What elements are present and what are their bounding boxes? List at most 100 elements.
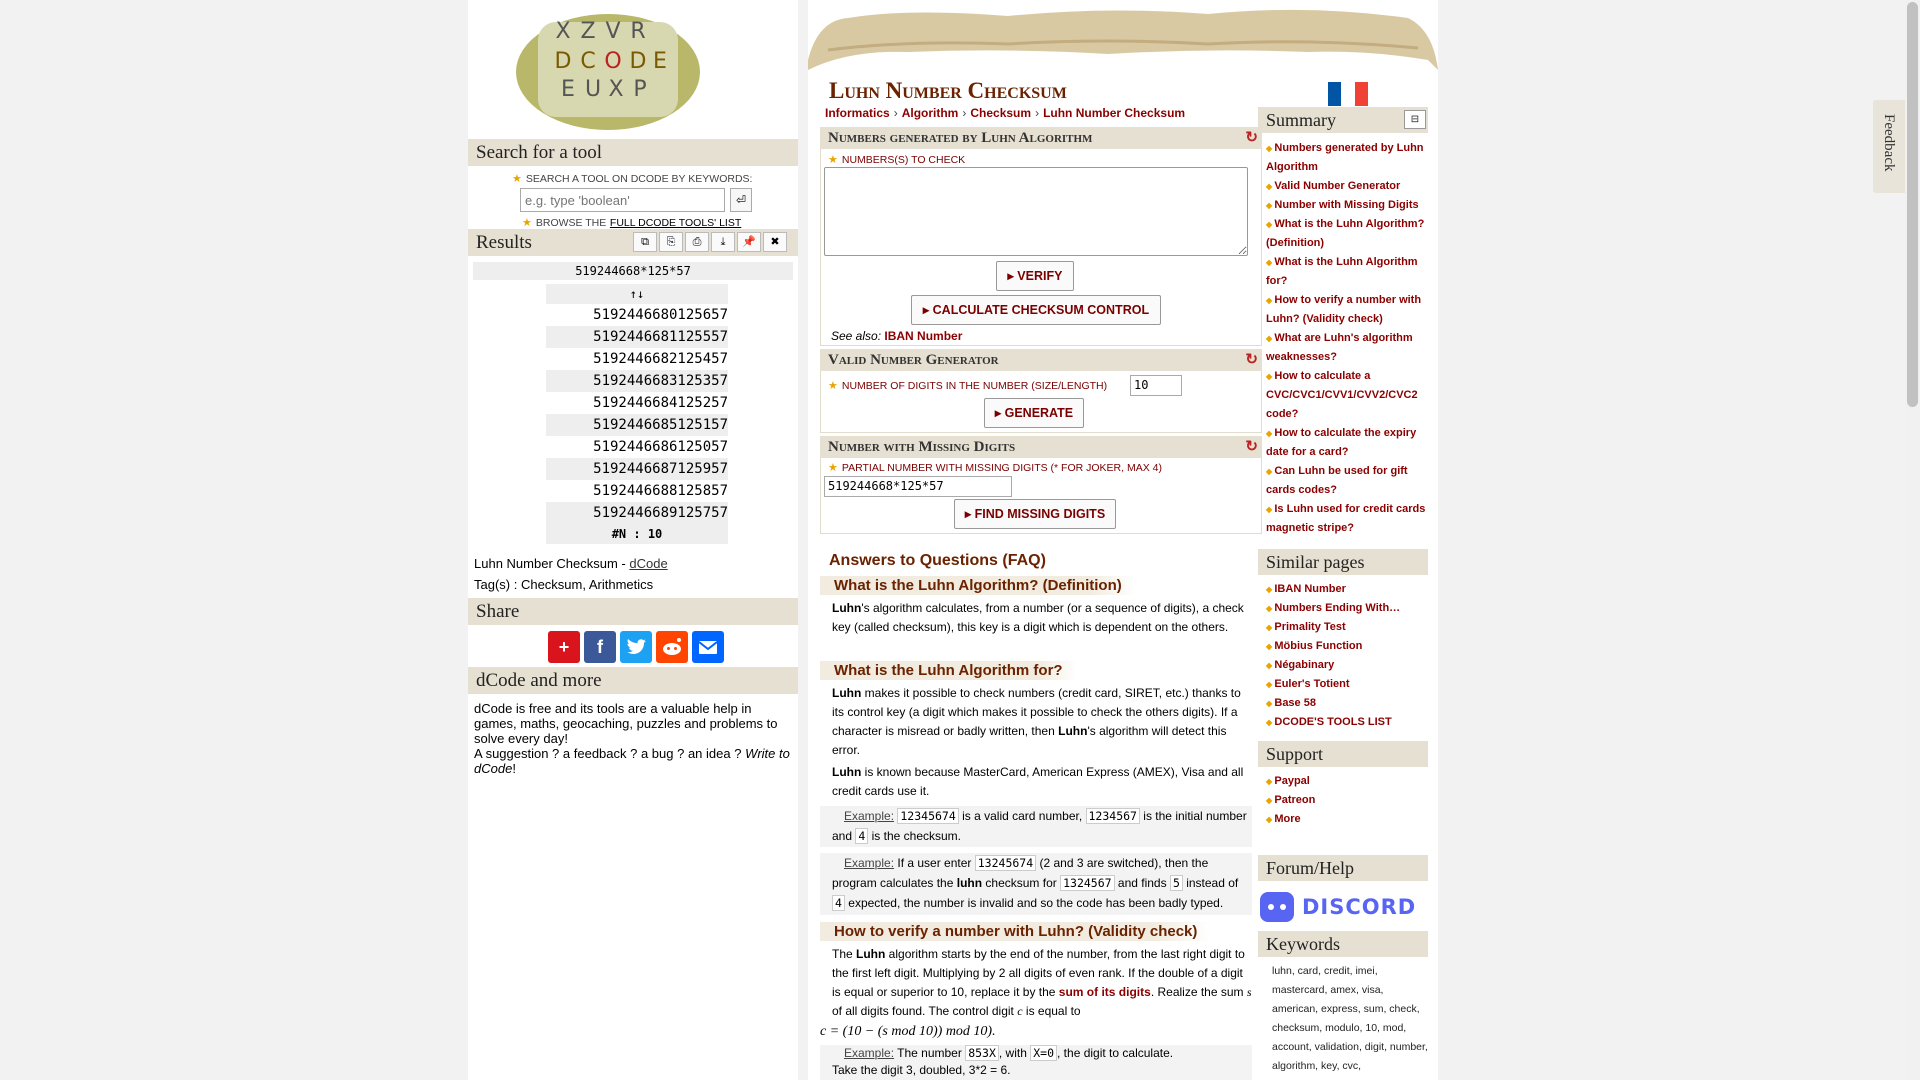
summary-item[interactable]: What is the Luhn Algorithm for? bbox=[1266, 253, 1430, 291]
summary-item[interactable]: How to calculate the expiry date for a c… bbox=[1266, 424, 1430, 462]
svg-text:C: C bbox=[580, 49, 595, 74]
calculate-checksum-button[interactable]: ▸ CALCULATE CHECKSUM CONTROL bbox=[911, 295, 1161, 325]
full-tools-list-link[interactable]: full dCode tools' list bbox=[610, 217, 741, 229]
result-row: 5192446680125657 bbox=[593, 307, 728, 323]
faq-title: Answers to Questions (FAQ) bbox=[829, 552, 1046, 569]
dcode-description: dCode is free and its tools are a valuab… bbox=[474, 701, 790, 776]
breadcrumb-current[interactable]: Luhn Number Checksum bbox=[1043, 106, 1185, 120]
summary-item[interactable]: Is Luhn used for credit cards magnetic s… bbox=[1266, 500, 1430, 538]
tool-luhn-numbers-heading: Numbers generated by Luhn Algorithm ↻ bbox=[820, 127, 1262, 149]
dcode-more-heading: dCode and more bbox=[468, 667, 798, 694]
copy-icon[interactable]: ⧉ bbox=[633, 232, 657, 252]
see-also: See also: IBAN Number bbox=[831, 329, 963, 343]
support-patreon[interactable]: Patreon bbox=[1266, 791, 1430, 810]
result-row: 5192446684125257 bbox=[593, 395, 728, 411]
digits-count-input[interactable]: 10 bbox=[1130, 375, 1182, 396]
print-icon[interactable]: ⎙ bbox=[685, 232, 709, 252]
faq-answer-verify: The Luhn algorithm starts by the end of … bbox=[832, 947, 1252, 1018]
summary-item[interactable]: How to verify a number with Luhn? (Valid… bbox=[1266, 291, 1430, 329]
find-missing-digits-button[interactable]: ▸ FIND MISSING DIGITS bbox=[954, 499, 1116, 529]
faq-question-verify: How to verify a number with Luhn? (Valid… bbox=[820, 922, 1212, 941]
facebook-icon[interactable]: f bbox=[584, 631, 616, 663]
pin-icon[interactable]: 📌 bbox=[737, 232, 761, 252]
result-tags: Tag(s) : Checksum, Arithmetics bbox=[474, 577, 654, 592]
summary-item[interactable]: Number with Missing Digits bbox=[1266, 196, 1430, 215]
summary-list: Numbers generated by Luhn Algorithm Vali… bbox=[1266, 139, 1430, 538]
search-label: ★ Search a tool on dCode by keywords: bbox=[512, 173, 753, 185]
similar-item[interactable]: Numbers Ending With… bbox=[1266, 599, 1430, 618]
similar-item[interactable]: Primality Test bbox=[1266, 618, 1430, 637]
star-icon: ★ bbox=[828, 462, 838, 474]
reset-icon[interactable]: ↻ bbox=[1245, 127, 1258, 149]
sort-toggle[interactable]: ↑↓ bbox=[546, 284, 728, 304]
close-icon[interactable]: ✖ bbox=[763, 232, 787, 252]
summary-item[interactable]: Numbers generated by Luhn Algorithm bbox=[1266, 139, 1430, 177]
email-icon[interactable] bbox=[692, 631, 724, 663]
addthis-icon[interactable]: + bbox=[548, 631, 580, 663]
similar-item[interactable]: Base 58 bbox=[1266, 694, 1430, 713]
reddit-icon[interactable] bbox=[656, 631, 688, 663]
breadcrumb-checksum[interactable]: Checksum bbox=[970, 106, 1031, 120]
svg-text:D: D bbox=[630, 49, 647, 74]
svg-text:O: O bbox=[604, 49, 621, 74]
feedback-tab[interactable]: Feedback bbox=[1873, 100, 1905, 193]
french-flag-icon[interactable] bbox=[1328, 82, 1368, 106]
save-icon[interactable]: ⎘ bbox=[659, 232, 683, 252]
result-count: #N : 10 bbox=[546, 524, 728, 544]
support-heading: Support bbox=[1258, 741, 1428, 767]
svg-text:X: X bbox=[555, 19, 570, 44]
svg-text:U: U bbox=[585, 77, 601, 102]
discord-icon bbox=[1260, 892, 1294, 922]
search-submit-button[interactable]: ⏎ bbox=[730, 188, 752, 212]
breadcrumb-algorithm[interactable]: Algorithm bbox=[902, 106, 959, 120]
similar-pages-heading: Similar pages bbox=[1258, 549, 1428, 575]
summary-item[interactable]: How to calculate a CVC/CVC1/CVV1/CVV2/CV… bbox=[1266, 367, 1430, 424]
forum-help-heading: Forum/Help bbox=[1258, 855, 1428, 881]
scrollbar-thumb[interactable] bbox=[1907, 2, 1918, 407]
similar-item[interactable]: Négabinary bbox=[1266, 656, 1430, 675]
support-paypal[interactable]: Paypal bbox=[1266, 772, 1430, 791]
reset-icon[interactable]: ↻ bbox=[1245, 349, 1258, 371]
dcode-link[interactable]: dCode bbox=[629, 556, 667, 571]
support-more[interactable]: More bbox=[1266, 810, 1430, 829]
dcode-logo[interactable]: XZVR DCODE EUXP bbox=[508, 2, 708, 137]
collapse-summary-button[interactable]: ⊟ bbox=[1404, 110, 1426, 129]
iban-number-link[interactable]: IBAN Number bbox=[884, 329, 962, 343]
search-input[interactable] bbox=[520, 188, 725, 212]
result-row: 5192446689125757 bbox=[546, 502, 728, 524]
summary-item[interactable]: What are Luhn's algorithm weaknesses? bbox=[1266, 329, 1430, 367]
left-column: XZVR DCODE EUXP Search for a tool ★ Searc… bbox=[468, 0, 798, 1080]
download-icon[interactable]: ⤓ bbox=[711, 232, 735, 252]
svg-text:D: D bbox=[555, 49, 572, 74]
results-toolbar: ⧉ ⎘ ⎙ ⤓ 📌 ✖ bbox=[633, 232, 787, 252]
partial-number-input[interactable]: 519244668*125*57 bbox=[824, 476, 1012, 497]
result-row: 5192446688125857 bbox=[593, 483, 728, 499]
faq-question-definition: What is the Luhn Algorithm? (Definition) bbox=[820, 576, 1136, 595]
numbers-to-check-textarea[interactable] bbox=[824, 167, 1248, 256]
faq-answer-definition: Luhn's algorithm calculates, from a numb… bbox=[832, 601, 1244, 634]
result-expression: 519244668*125*57 bbox=[473, 262, 793, 280]
svg-text:E: E bbox=[653, 49, 667, 74]
result-row: 5192446683125357 bbox=[546, 370, 728, 392]
similar-item[interactable]: Euler's Totient bbox=[1266, 675, 1430, 694]
example-switched-digits: Example: If a user enter 13245674 (2 and… bbox=[820, 853, 1252, 915]
page-title: Luhn Number Checksum bbox=[829, 78, 1067, 103]
breadcrumb-informatics[interactable]: Informatics bbox=[825, 106, 890, 120]
svg-text:V: V bbox=[605, 19, 620, 44]
star-icon: ★ bbox=[828, 380, 838, 392]
discord-wordmark: DISCORD bbox=[1302, 895, 1417, 919]
similar-item[interactable]: Möbius Function bbox=[1266, 637, 1430, 656]
reset-icon[interactable]: ↻ bbox=[1245, 436, 1258, 458]
summary-item[interactable]: What is the Luhn Algorithm? (Definition) bbox=[1266, 215, 1430, 253]
discord-link[interactable]: DISCORD bbox=[1258, 887, 1423, 927]
verify-button[interactable]: ▸ VERIFY bbox=[996, 261, 1074, 291]
similar-item[interactable]: DCODE'S TOOLS LIST bbox=[1266, 713, 1430, 732]
parchment-header bbox=[808, 0, 1438, 70]
generate-button[interactable]: ▸ GENERATE bbox=[984, 398, 1084, 428]
similar-item[interactable]: IBAN Number bbox=[1266, 580, 1430, 599]
summary-item[interactable]: Can Luhn be used for gift cards codes? bbox=[1266, 462, 1430, 500]
summary-item[interactable]: Valid Number Generator bbox=[1266, 177, 1430, 196]
sum-of-digits-link[interactable]: sum of its digits bbox=[1059, 985, 1151, 999]
twitter-icon[interactable] bbox=[620, 631, 652, 663]
search-tool-heading: Search for a tool bbox=[468, 139, 798, 166]
